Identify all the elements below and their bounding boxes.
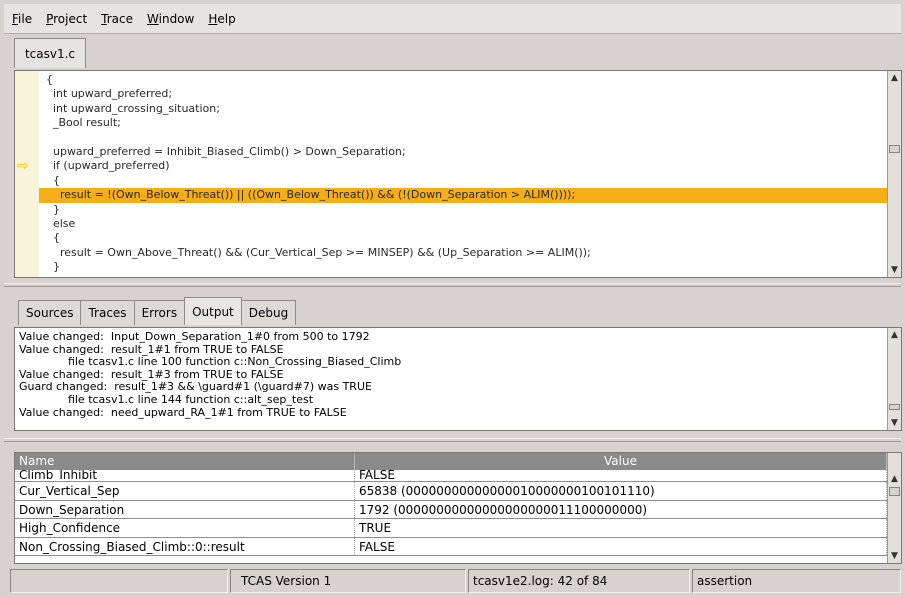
code-line[interactable]: if (upward_preferred) [39,159,887,173]
cell-variable-value: TRUE [355,519,887,537]
code-line[interactable]: } [39,203,887,217]
table-row[interactable]: Climb_Inhibit FALSE [15,470,887,482]
menu-file[interactable]: File [12,12,32,26]
output-line: file tcasv1.c line 144 function c::alt_s… [19,392,314,406]
scroll-down-icon[interactable]: ▼ [889,264,900,276]
code-line[interactable]: _Bool result; [39,116,887,130]
tab-errors[interactable]: Errors [133,300,186,325]
status-version: TCAS Version 1 [230,569,466,593]
file-tab-tcasv1[interactable]: tcasv1.c [14,38,86,68]
output-scrollbar[interactable]: ▲ ▼ [887,328,901,430]
status-log: tcasv1e2.log: 42 of 84 [468,569,690,593]
editor-scrollbar[interactable]: ▲ ▼ [887,71,901,277]
source-editor[interactable]: ⇨ { int upward_preferred; int upward_cro… [14,70,902,278]
scroll-down-icon[interactable]: ▼ [889,550,900,562]
output-pane[interactable]: Value changed: Input_Down_Separation_1#0… [14,327,902,431]
output-line: Value changed: need_upward_RA_1#1 from T… [19,405,347,419]
code-line[interactable]: int upward_crossing_situation; [39,102,887,116]
output-text: Value changed: Input_Down_Separation_1#0… [19,330,885,419]
code-line[interactable]: upward_preferred = Inhibit_Biased_Climb(… [39,145,887,159]
scroll-up-icon[interactable]: ▲ [889,473,900,485]
table-scroll-thumb[interactable] [889,487,900,496]
highlighted-code-line[interactable]: result = !(Own_Below_Threat()) || ((Own_… [39,188,887,203]
code-line[interactable]: else [39,217,887,231]
tab-sources[interactable]: Sources [18,300,82,325]
table-row[interactable]: Down_Separation 1792 (0000000000000000000… [15,500,887,520]
column-header-value[interactable]: Value [355,453,887,470]
output-line: file tcasv1.c line 100 function c::Non_C… [19,355,402,369]
output-scroll-thumb[interactable] [889,404,900,410]
table-row[interactable]: High_Confidence TRUE [15,519,887,538]
column-header-name[interactable]: Name [15,453,355,470]
tab-traces[interactable]: Traces [80,300,135,325]
table-row[interactable]: Cur_Vertical_Sep 65838 (00000000000000010… [15,482,887,501]
code-line[interactable]: { [39,231,887,245]
table-header: Name Value [15,453,887,470]
cell-variable-value: FALSE [355,470,887,481]
variables-table[interactable]: Name Value Climb_Inhibit FALSE Cur_Vertica… [14,452,902,564]
editor-gutter: ⇨ [15,71,39,277]
scroll-down-icon[interactable]: ▼ [889,417,900,429]
cell-variable-name: Down_Separation [15,500,355,519]
output-line: Value changed: Input_Down_Separation_1#0… [19,330,370,343]
cell-variable-name: Cur_Vertical_Sep [15,482,355,500]
code-line[interactable] [39,131,887,145]
cell-variable-name: High_Confidence [15,519,355,537]
table-scrollbar[interactable]: ▲ ▼ [887,453,901,563]
table-row[interactable]: Non_Crossing_Biased_Climb::0::result FALS… [15,537,887,557]
code-line[interactable]: { [39,174,887,188]
cell-variable-value: FALSE [355,537,887,556]
editor-scroll-thumb[interactable] [889,145,900,153]
cell-variable-value: 65838 (00000000000000010000000100101110) [355,482,887,500]
code-line[interactable]: result = Own_Above_Threat() && (Cur_Vert… [39,246,887,260]
current-line-arrow-icon: ⇨ [17,158,29,175]
code-line[interactable]: { [39,73,887,87]
cell-variable-name: Non_Crossing_Biased_Climb::0::result [15,537,355,556]
scroll-up-icon[interactable]: ▲ [889,72,900,84]
status-mode: assertion [692,569,901,593]
menu-trace[interactable]: Trace [101,12,133,26]
tab-debug[interactable]: Debug [240,300,297,325]
scroll-up-icon[interactable]: ▲ [889,329,900,341]
status-bar: TCAS Version 1 tcasv1e2.log: 42 of 84 as… [10,569,901,593]
menu-window[interactable]: Window [147,12,194,26]
menu-project[interactable]: Project [46,12,87,26]
table-body: Climb_Inhibit FALSE Cur_Vertical_Sep 65838 … [15,470,887,557]
code-line[interactable]: } [39,260,887,274]
code-line[interactable]: int upward_preferred; [39,87,887,101]
cell-variable-value: 1792 (00000000000000000000011100000000) [355,500,887,519]
tab-output[interactable]: Output [184,297,242,325]
menu-help[interactable]: Help [208,12,235,26]
code-area[interactable]: { int upward_preferred; int upward_cross… [39,73,887,274]
cell-variable-name: Climb_Inhibit [15,470,355,481]
splitter-top[interactable] [4,283,901,287]
status-cell-empty [10,569,228,593]
splitter-bottom[interactable] [4,438,901,442]
menu-bar: File Project Trace Window Help [4,4,901,34]
panel-tabs: Sources Traces Errors Output Debug [18,297,297,325]
